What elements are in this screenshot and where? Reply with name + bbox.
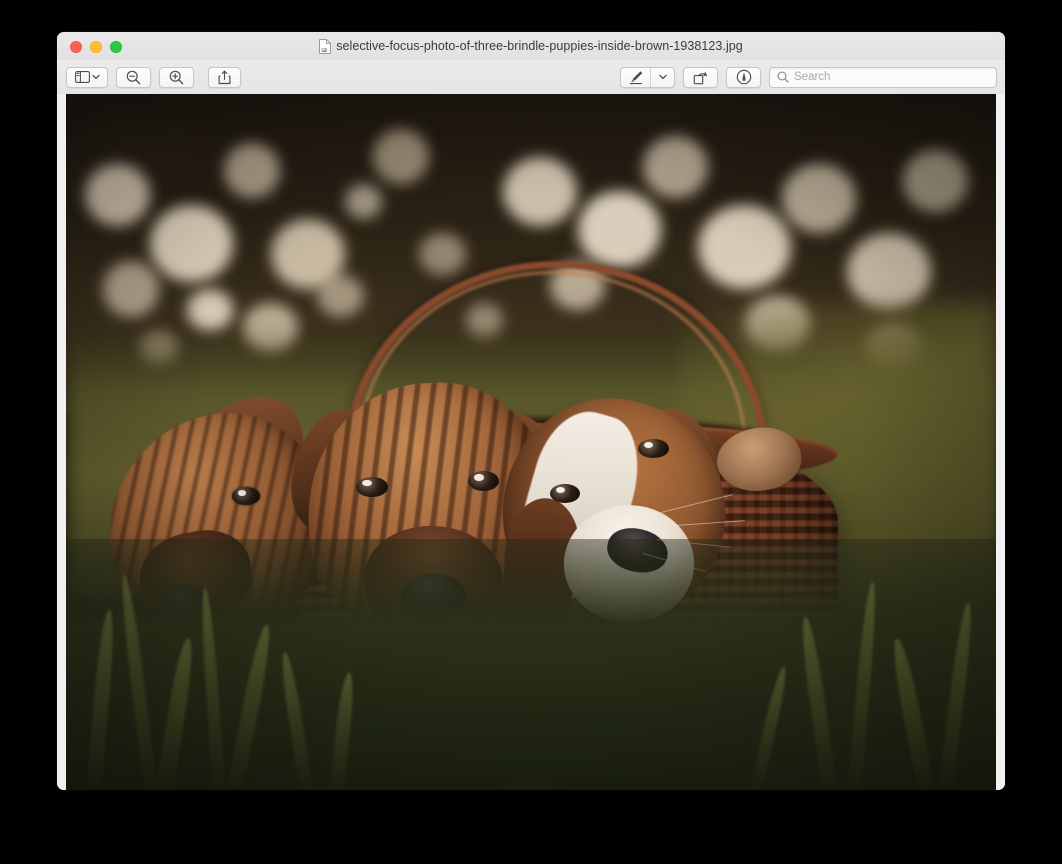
zoom-out-button[interactable] xyxy=(116,66,151,88)
pen-icon xyxy=(628,70,644,85)
share-icon xyxy=(218,70,231,85)
search-placeholder: Search xyxy=(794,71,831,83)
puppy-right-eye-right xyxy=(637,438,669,458)
window-titlebar: selective-focus-photo-of-three-brindle-p… xyxy=(57,32,1005,60)
desktop-background: selective-focus-photo-of-three-brindle-p… xyxy=(0,0,1062,864)
rotate-left-icon xyxy=(693,70,709,85)
puppy-center-eye-left xyxy=(356,476,388,497)
window-toolbar: Search xyxy=(57,60,1005,95)
markup-button[interactable] xyxy=(621,68,650,87)
document-icon xyxy=(319,38,332,54)
search-icon xyxy=(777,71,789,83)
zoom-in-icon xyxy=(169,70,184,85)
zoom-out-icon xyxy=(126,70,141,85)
chevron-down-icon xyxy=(658,74,667,80)
annotate-button[interactable] xyxy=(726,66,761,88)
search-field[interactable]: Search xyxy=(769,66,997,88)
share-button[interactable] xyxy=(208,66,241,88)
rotate-left-button[interactable] xyxy=(683,66,718,88)
window-title-group: selective-focus-photo-of-three-brindle-p… xyxy=(57,32,1005,60)
markup-split-button xyxy=(620,66,675,88)
sidebar-icon xyxy=(74,71,90,83)
annotate-icon xyxy=(736,69,752,85)
preview-window: selective-focus-photo-of-three-brindle-p… xyxy=(57,32,1005,790)
sidebar-toggle-button[interactable] xyxy=(66,66,108,88)
toolbar-right-group: Search xyxy=(620,66,997,88)
window-title: selective-focus-photo-of-three-brindle-p… xyxy=(336,39,743,53)
toolbar-left-group xyxy=(66,66,241,88)
zoom-in-button[interactable] xyxy=(159,66,194,88)
photo-puppies-in-basket xyxy=(66,94,996,790)
markup-options-button[interactable] xyxy=(650,67,674,87)
image-canvas[interactable] xyxy=(57,94,1005,790)
chevron-down-icon xyxy=(91,74,100,80)
